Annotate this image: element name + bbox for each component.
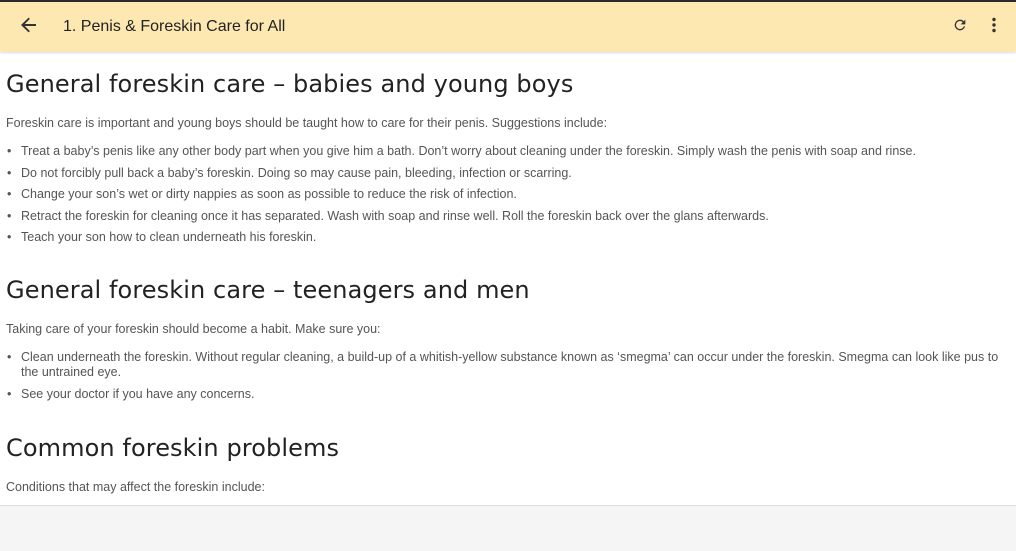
back-button[interactable] xyxy=(11,9,47,45)
arrow-back-icon xyxy=(21,17,37,38)
more-options-button[interactable] xyxy=(978,9,1010,45)
article-content[interactable]: General foreskin care – babies and young… xyxy=(0,52,1016,506)
list-item: Retract the foreskin for cleaning once i… xyxy=(6,209,1010,224)
app-bar: 1. Penis & Foreskin Care for All xyxy=(0,0,1016,52)
list-item: Teach your son how to clean underneath h… xyxy=(6,230,1010,245)
list-item: See your doctor if you have any concerns… xyxy=(6,387,1010,402)
more-vert-icon xyxy=(991,17,997,38)
refresh-button[interactable] xyxy=(944,9,976,45)
section-intro: Conditions that may affect the foreskin … xyxy=(6,480,265,494)
refresh-icon xyxy=(952,17,968,38)
section-intro: Foreskin care is important and young boy… xyxy=(6,116,608,130)
section-heading: Common foreskin problems xyxy=(6,434,340,462)
section-intro: Taking care of your foreskin should beco… xyxy=(6,322,381,336)
list-item: Do not forcibly pull back a baby’s fores… xyxy=(6,166,1010,181)
list-item: Change your son’s wet or dirty nappies a… xyxy=(6,187,1010,202)
page-title: 1. Penis & Foreskin Care for All xyxy=(63,18,286,35)
bullet-list: Treat a baby’s penis like any other body… xyxy=(6,144,1010,252)
list-item: Clean underneath the foreskin. Without r… xyxy=(6,350,1010,380)
section-heading: General foreskin care – teenagers and me… xyxy=(6,276,530,304)
bullet-list: Clean underneath the foreskin. Without r… xyxy=(6,350,1010,408)
bottom-blank-area xyxy=(0,506,1016,551)
section-heading: General foreskin care – babies and young… xyxy=(6,70,574,98)
list-item: Treat a baby’s penis like any other body… xyxy=(6,144,1010,159)
